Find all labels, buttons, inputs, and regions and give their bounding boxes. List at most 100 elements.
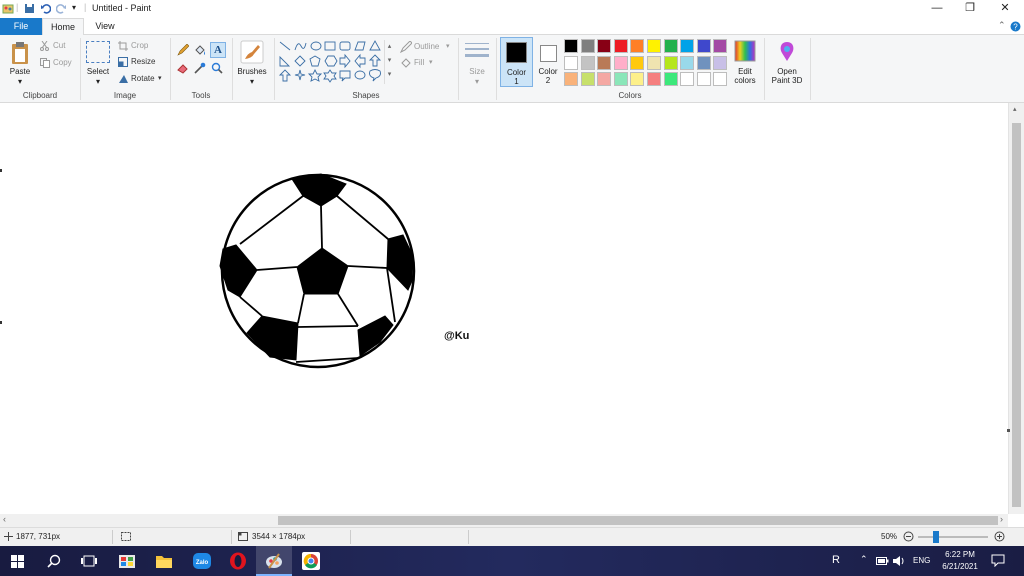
help-icon[interactable]: ? — [1010, 21, 1021, 32]
rotate-button[interactable]: Rotate — [131, 74, 155, 83]
crop-button[interactable]: Crop — [131, 41, 148, 50]
eraser-icon[interactable] — [177, 62, 189, 74]
palette-swatch[interactable] — [663, 55, 678, 70]
paste-label[interactable]: Paste — [4, 67, 36, 76]
pencil-icon[interactable] — [177, 44, 189, 56]
palette-swatch[interactable] — [564, 39, 578, 53]
palette-swatch[interactable] — [696, 55, 711, 70]
palette-swatch[interactable] — [580, 55, 595, 70]
palette-swatch[interactable] — [630, 39, 645, 53]
input-language[interactable]: ENG — [913, 556, 930, 565]
canvas-resize-handle[interactable] — [1007, 429, 1010, 432]
clock[interactable]: 6:22 PM 6/21/2021 — [938, 549, 982, 573]
palette-swatch[interactable] — [597, 39, 612, 53]
palette-swatch[interactable] — [680, 72, 695, 86]
palette-swatch[interactable] — [613, 39, 628, 53]
palette-swatch[interactable] — [663, 72, 678, 86]
edit-colors-icon[interactable] — [734, 40, 756, 62]
horizontal-scroll-thumb[interactable] — [278, 516, 998, 525]
paste-dropdown-icon[interactable]: ▾ — [4, 77, 36, 86]
palette-swatch[interactable] — [564, 55, 578, 70]
store-app-icon[interactable] — [118, 553, 136, 569]
maximize-button[interactable]: ❐ — [953, 0, 987, 18]
paint-app-icon[interactable] — [2, 3, 14, 15]
copy-button[interactable]: Copy — [53, 58, 72, 67]
color2-selector[interactable]: Color 2 — [535, 37, 561, 87]
action-center-icon[interactable] — [991, 554, 1005, 567]
canvas-resize-handle[interactable] — [0, 169, 2, 172]
windows-start-icon[interactable] — [11, 555, 24, 568]
scroll-up-icon[interactable]: ▴ — [1013, 105, 1017, 113]
paint3d-icon[interactable] — [777, 40, 797, 64]
palette-swatch[interactable] — [630, 72, 645, 86]
palette-swatch[interactable] — [713, 72, 728, 86]
color1-selector[interactable]: Color 1 — [500, 37, 533, 87]
palette-swatch[interactable] — [613, 55, 628, 70]
palette-swatch[interactable] — [713, 55, 728, 70]
palette-swatch[interactable] — [580, 72, 595, 86]
fill-button[interactable]: Fill — [414, 58, 424, 67]
size-label[interactable]: Size — [460, 67, 494, 76]
size-icon[interactable] — [465, 42, 489, 62]
brushes-icon[interactable] — [240, 40, 264, 64]
palette-swatch[interactable] — [647, 72, 661, 86]
redo-icon[interactable] — [56, 3, 67, 14]
zalo-app-icon[interactable]: Zalo — [192, 552, 212, 570]
canvas[interactable]: @Ku — [0, 103, 1008, 514]
zoom-in-icon[interactable] — [994, 531, 1005, 542]
tab-file[interactable]: File — [0, 18, 42, 35]
scroll-right-icon[interactable]: › — [1000, 514, 1003, 524]
palette-swatch[interactable] — [647, 55, 661, 70]
resize-button[interactable]: Resize — [131, 57, 155, 66]
palette-swatch[interactable] — [630, 55, 645, 70]
canvas-resize-handle[interactable] — [0, 321, 2, 324]
close-button[interactable]: ✕ — [988, 0, 1022, 18]
opera-browser-icon[interactable] — [229, 552, 247, 570]
palette-swatch[interactable] — [580, 39, 595, 53]
open-paint3d-button[interactable]: Open Paint 3D — [766, 67, 808, 85]
palette-swatch[interactable] — [713, 39, 728, 53]
fill-dropdown-icon[interactable]: ▾ — [429, 58, 433, 66]
select-label[interactable]: Select — [82, 67, 114, 76]
brushes-dropdown-icon[interactable]: ▾ — [234, 77, 270, 86]
zoom-slider-thumb[interactable] — [932, 531, 939, 543]
chrome-browser-icon[interactable] — [302, 552, 320, 570]
zoom-slider[interactable] — [918, 531, 988, 543]
undo-icon[interactable] — [40, 3, 51, 14]
people-icon[interactable]: R — [832, 554, 840, 566]
cut-button[interactable]: Cut — [53, 41, 65, 50]
palette-swatch[interactable] — [597, 55, 612, 70]
palette-swatch[interactable] — [597, 72, 612, 86]
outline-dropdown-icon[interactable]: ▾ — [446, 42, 450, 50]
palette-swatch[interactable] — [663, 39, 678, 53]
search-icon[interactable] — [47, 554, 61, 568]
palette-swatch[interactable] — [564, 72, 578, 86]
zoom-out-icon[interactable] — [903, 531, 914, 542]
horizontal-scrollbar[interactable]: ‹ › — [0, 514, 1008, 527]
palette-swatch[interactable] — [647, 39, 661, 53]
outline-button[interactable]: Outline — [414, 42, 439, 51]
select-dropdown-icon[interactable]: ▾ — [82, 77, 114, 86]
customize-qa-icon[interactable]: ▾ — [72, 3, 76, 12]
shapes-gallery[interactable] — [279, 40, 383, 88]
task-view-icon[interactable] — [81, 554, 97, 568]
file-explorer-icon[interactable] — [155, 553, 173, 569]
vertical-scroll-thumb[interactable] — [1012, 123, 1021, 507]
fill-bucket-icon[interactable] — [194, 44, 206, 56]
palette-swatch[interactable] — [696, 72, 711, 86]
palette-swatch[interactable] — [680, 55, 695, 70]
palette-swatch[interactable] — [613, 72, 628, 86]
palette-swatch[interactable] — [696, 39, 711, 53]
tab-view[interactable]: View — [86, 18, 124, 35]
vertical-scrollbar[interactable]: ▴ — [1007, 103, 1024, 514]
show-hidden-icons[interactable]: ⌃ — [860, 554, 868, 565]
palette-swatch[interactable] — [680, 39, 695, 53]
size-dropdown-icon[interactable]: ▾ — [460, 77, 494, 86]
taskbar-paint-active[interactable] — [256, 546, 292, 576]
collapse-ribbon-icon[interactable]: ⌃ — [998, 20, 1006, 31]
select-icon[interactable] — [86, 41, 110, 63]
color-picker-icon[interactable] — [194, 62, 206, 74]
edit-colors-label[interactable]: Edit colors — [728, 67, 762, 85]
minimize-button[interactable]: — — [920, 0, 954, 18]
text-tool-icon[interactable]: A — [210, 42, 226, 58]
